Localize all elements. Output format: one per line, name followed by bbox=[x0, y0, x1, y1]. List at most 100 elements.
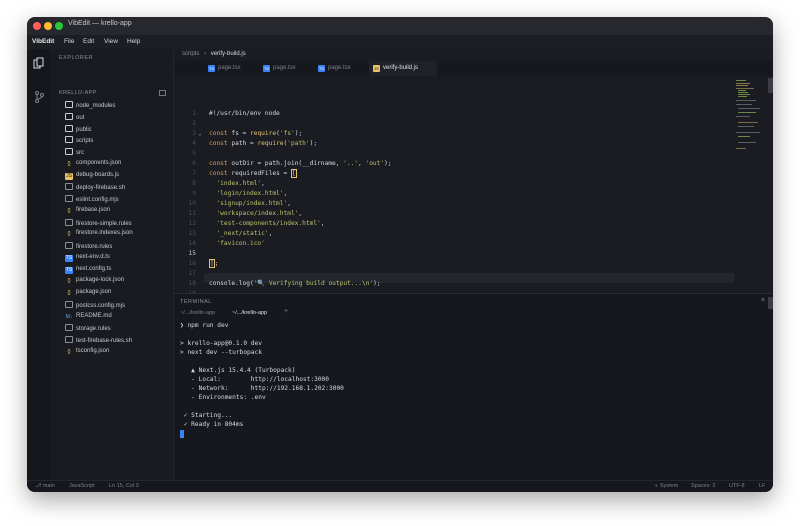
typescript-file-icon: TS bbox=[318, 65, 325, 72]
tree-item-label: components.json bbox=[76, 159, 122, 166]
tree-item-label: README.md bbox=[76, 312, 112, 319]
code-line-2: 2 bbox=[192, 120, 196, 127]
tree-item-label: scripts bbox=[76, 138, 94, 145]
tab-verify-build-js[interactable]: JS verify-build.js bbox=[369, 61, 437, 76]
folder-icon bbox=[65, 112, 73, 120]
file-icon bbox=[65, 336, 73, 343]
indentation-status[interactable]: Spaces: 2 bbox=[691, 483, 715, 489]
app-menu[interactable]: VibEdit bbox=[32, 38, 54, 45]
new-terminal-icon[interactable]: + bbox=[284, 308, 288, 315]
title-bar: VibEdit — krello-app bbox=[27, 17, 773, 35]
minimize-window-button[interactable] bbox=[44, 22, 52, 30]
code-line-6: 6 const outDir = path.join(__dirname, '..… bbox=[192, 160, 392, 167]
folder-icon bbox=[65, 136, 73, 144]
tree-item-label: tsconfig.json bbox=[76, 347, 110, 354]
code-line-3: 3 const fs = require('fs'); bbox=[192, 130, 303, 137]
source-control-icon[interactable] bbox=[34, 91, 44, 103]
tab-page-tsx-2[interactable]: TS page.tsx bbox=[259, 61, 311, 76]
zoom-window-button[interactable] bbox=[55, 22, 63, 30]
tree-item[interactable]: deploy-firebase.sh bbox=[65, 183, 125, 194]
ts-icon: TS bbox=[65, 266, 73, 274]
explorer-panel: EXPLORER KRELLO-APP node_modulesout publi… bbox=[51, 49, 174, 480]
tree-item[interactable]: TS next-env.d.ts bbox=[65, 254, 110, 265]
theme-status[interactable]: ◐ System bbox=[655, 483, 678, 489]
folder-icon bbox=[65, 124, 73, 132]
code-line-18: 18 console.log('🔍 Verifying build output.… bbox=[188, 280, 381, 287]
breadcrumb-folder[interactable]: scripts bbox=[182, 51, 199, 57]
project-root[interactable]: KRELLO-APP bbox=[59, 90, 97, 96]
typescript-file-icon: TS bbox=[208, 65, 215, 72]
tree-item[interactable]: {} firebase.json bbox=[65, 207, 110, 218]
tree-item[interactable]: {} package-lock.json bbox=[65, 277, 124, 288]
tree-item[interactable]: eslint.config.mjs bbox=[65, 195, 119, 206]
app-window: VibEdit — krello-app VibEdit File Edit V… bbox=[27, 17, 773, 492]
tab-page-tsx-3[interactable]: TS page.tsx bbox=[314, 61, 366, 76]
tree-item[interactable]: storage.rules bbox=[65, 324, 111, 335]
breadcrumb-file[interactable]: verify-build.js bbox=[211, 51, 246, 57]
close-window-button[interactable] bbox=[33, 22, 41, 30]
close-terminal-icon[interactable]: × bbox=[761, 297, 765, 304]
tree-item[interactable]: M↓ README.md bbox=[65, 313, 112, 324]
terminal-line: ✓ Starting... bbox=[180, 412, 233, 419]
editor-area: scripts › verify-build.js TS page.tsx TS p… bbox=[174, 49, 773, 481]
tree-item[interactable]: postcss.config.mjs bbox=[65, 300, 125, 312]
code-line-8: 8 'index.html', bbox=[192, 180, 265, 187]
cursor-position[interactable]: Ln 15, Col 3 bbox=[109, 483, 139, 489]
json-icon: {} bbox=[67, 290, 71, 296]
code-line-10: 10 'signup/index.html', bbox=[188, 200, 291, 207]
branch-status[interactable]: ⎇ main bbox=[35, 483, 55, 489]
tree-item[interactable]: out bbox=[65, 112, 84, 124]
tree-item[interactable]: src bbox=[65, 148, 84, 159]
eol-status[interactable]: LF bbox=[759, 483, 765, 489]
code-line-15: 15 bbox=[188, 250, 196, 257]
tree-item-label: debug-boards.js bbox=[76, 171, 120, 178]
menu-help[interactable]: Help bbox=[127, 38, 140, 45]
minimap[interactable] bbox=[734, 78, 764, 178]
tree-item[interactable]: scripts bbox=[65, 136, 93, 147]
tree-item-label: src bbox=[76, 150, 84, 156]
git-branch-icon: ⎇ bbox=[35, 483, 43, 489]
terminal-cursor bbox=[180, 430, 184, 438]
language-mode[interactable]: JavaScript bbox=[69, 483, 95, 489]
code-line-1: 1 #!/usr/bin/env node bbox=[192, 110, 280, 117]
terminal-line: ▲ Next.js 15.4.4 (Turbopack) bbox=[180, 367, 296, 374]
tree-item-label: next.config.ts bbox=[76, 265, 112, 272]
menu-file[interactable]: File bbox=[64, 38, 74, 45]
terminal-line: - Local: http://localhost:3000 bbox=[180, 376, 330, 383]
terminal-tab-2[interactable]: ~/.../krello-app bbox=[232, 310, 267, 316]
typescript-file-icon: TS bbox=[263, 65, 270, 72]
terminal-line: > krello-app@0.1.0 dev bbox=[180, 340, 262, 347]
explorer-icon[interactable] bbox=[33, 57, 45, 69]
tree-item-label: next-env.d.ts bbox=[76, 253, 110, 260]
tree-item[interactable]: TS next.config.ts bbox=[65, 266, 111, 277]
ts-icon: TS bbox=[65, 254, 73, 262]
tree-item[interactable]: firestore-simple.rules bbox=[65, 218, 132, 230]
tree-item[interactable]: {} components.json bbox=[65, 160, 121, 171]
tree-item[interactable]: JS debug-boards.js bbox=[65, 172, 119, 183]
code-editor[interactable]: ⌄ 1 #!/usr/bin/env node 2 3 const fs = req… bbox=[174, 78, 764, 293]
menu-view[interactable]: View bbox=[104, 38, 118, 45]
terminal-line: > next dev --turbopack bbox=[180, 349, 262, 356]
tree-item[interactable]: public bbox=[65, 124, 92, 136]
terminal-scrollbar[interactable] bbox=[768, 297, 773, 309]
tree-item-label: node_modules bbox=[76, 103, 116, 109]
encoding-status[interactable]: UTF-8 bbox=[729, 483, 745, 489]
tree-item[interactable]: {} package.json bbox=[65, 289, 111, 300]
code-line-9: 9 'login/index.html', bbox=[192, 190, 288, 197]
terminal-panel: TERMINAL × ~/.../krello-app ~/.../krello… bbox=[174, 293, 773, 481]
tree-item[interactable]: {} tsconfig.json bbox=[65, 348, 109, 359]
tree-item[interactable]: firestore.rules bbox=[65, 242, 112, 253]
terminal-tab-1[interactable]: ~/.../krello-app bbox=[180, 310, 215, 316]
menu-bar: VibEdit File Edit View Help bbox=[27, 35, 773, 49]
menu-edit[interactable]: Edit bbox=[83, 38, 94, 45]
tree-item[interactable]: node_modules bbox=[65, 101, 115, 112]
tree-item[interactable]: {} firestore.indexes.json bbox=[65, 230, 132, 241]
folder-icon bbox=[65, 101, 73, 108]
tree-item[interactable]: test-firebase-rules.sh bbox=[65, 336, 132, 347]
code-line-7: 7 const requiredFiles = [ bbox=[192, 169, 297, 178]
new-folder-icon[interactable] bbox=[159, 90, 166, 96]
editor-scrollbar[interactable] bbox=[768, 78, 773, 93]
explorer-header: EXPLORER bbox=[59, 55, 93, 61]
tab-page-tsx-1[interactable]: TS page.tsx bbox=[204, 61, 256, 76]
file-icon bbox=[65, 300, 73, 308]
